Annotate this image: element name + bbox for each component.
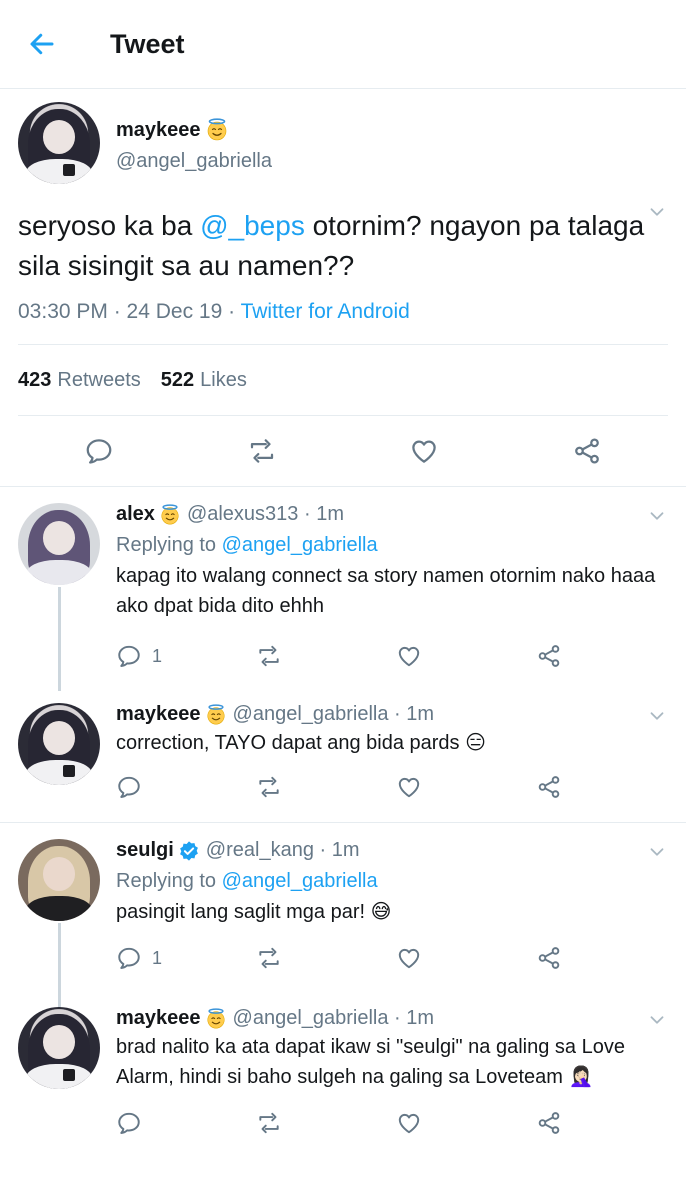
- reply-tweet[interactable]: maykeee @angel_gabriella · 1m correction…: [0, 679, 686, 810]
- like-icon[interactable]: [396, 774, 422, 800]
- tweet-meta: 03:30 PM · 24 Dec 19 · Twitter for Andro…: [18, 300, 668, 345]
- like-icon[interactable]: [396, 1110, 422, 1136]
- replying-to: Replying to @angel_gabriella: [116, 534, 378, 556]
- chevron-down-icon[interactable]: [646, 201, 668, 223]
- reply-icon[interactable]: [116, 774, 142, 800]
- replying-to: Replying to @angel_gabriella: [116, 870, 378, 892]
- tweet-stats: 423 Retweets 522 Likes: [18, 345, 668, 416]
- halo-emoji-icon: [205, 704, 227, 726]
- page-title: Tweet: [110, 28, 185, 59]
- retweet-icon[interactable]: [256, 1110, 282, 1136]
- retweet-count[interactable]: 423 Retweets: [18, 369, 141, 392]
- like-icon[interactable]: [396, 945, 422, 971]
- like-icon[interactable]: [396, 643, 422, 669]
- avatar[interactable]: [18, 503, 100, 585]
- chevron-down-icon[interactable]: [646, 1009, 668, 1031]
- author-handle[interactable]: @angel_gabriella: [116, 150, 272, 173]
- author-handle[interactable]: @angel_gabriella · 1m: [233, 703, 435, 726]
- author-name[interactable]: maykeee: [116, 703, 201, 726]
- like-count[interactable]: 522 Likes: [161, 369, 247, 392]
- reply-icon[interactable]: [116, 643, 142, 669]
- tweet-source-link[interactable]: Twitter for Android: [241, 300, 410, 323]
- author-name[interactable]: seulgi: [116, 839, 174, 862]
- reply-count: 1: [152, 645, 163, 666]
- reply-text: pasingit lang saglit mga par! 😅: [116, 901, 392, 923]
- author-name[interactable]: alex: [116, 503, 155, 526]
- reply-thread: seulgi @real_kang · 1m Replying to @ange…: [0, 823, 686, 1146]
- reply-text: kapag ito walang connect sa story namen …: [116, 565, 656, 617]
- reply-icon[interactable]: [116, 1110, 142, 1136]
- back-button[interactable]: [0, 0, 84, 88]
- chevron-down-icon[interactable]: [646, 841, 668, 863]
- reply-actions: 1: [116, 935, 676, 981]
- reply-actions: [116, 764, 676, 810]
- share-icon[interactable]: [536, 643, 562, 669]
- author-handle[interactable]: @alexus313 · 1m: [187, 503, 344, 526]
- mention-link[interactable]: @_beps: [200, 210, 305, 241]
- mention-link[interactable]: @angel_gabriella: [222, 870, 378, 892]
- author-name[interactable]: maykeee: [116, 119, 201, 142]
- reply-actions: [116, 1100, 676, 1146]
- author-name[interactable]: maykeee: [116, 1007, 201, 1030]
- tweet-actions: [18, 416, 668, 486]
- share-icon[interactable]: [536, 945, 562, 971]
- reply-thread: alex @alexus313 · 1m Replying to @angel_…: [0, 487, 686, 810]
- avatar[interactable]: [18, 102, 100, 184]
- halo-emoji-icon: [159, 504, 181, 526]
- back-arrow-icon: [30, 33, 54, 55]
- reply-tweet[interactable]: alex @alexus313 · 1m Replying to @angel_…: [0, 487, 686, 679]
- retweet-icon[interactable]: [256, 774, 282, 800]
- halo-emoji-icon: [205, 1008, 227, 1030]
- share-icon[interactable]: [572, 436, 602, 466]
- avatar[interactable]: [18, 839, 100, 921]
- reply-actions: 1: [116, 633, 676, 679]
- avatar[interactable]: [18, 1007, 100, 1089]
- mention-link[interactable]: @angel_gabriella: [222, 534, 378, 556]
- retweet-icon[interactable]: [247, 436, 277, 466]
- tweet-text: seryoso ka ba @_beps otornim? ngayon pa …: [18, 210, 645, 281]
- chevron-down-icon[interactable]: [646, 505, 668, 527]
- reply-icon[interactable]: [116, 945, 142, 971]
- author-handle[interactable]: @real_kang · 1m: [206, 839, 360, 862]
- share-icon[interactable]: [536, 1110, 562, 1136]
- retweet-icon[interactable]: [256, 945, 282, 971]
- tweet-timestamp: 03:30 PM · 24 Dec 19 ·: [18, 300, 241, 323]
- halo-emoji-icon: [205, 118, 229, 142]
- reply-icon[interactable]: [84, 436, 114, 466]
- reply-text: brad nalito ka ata dapat ikaw si "seulgi…: [116, 1036, 625, 1088]
- author-handle[interactable]: @angel_gabriella · 1m: [233, 1007, 435, 1030]
- top-bar: Tweet: [0, 0, 686, 89]
- verified-badge-icon: [179, 840, 198, 861]
- reply-tweet[interactable]: seulgi @real_kang · 1m Replying to @ange…: [0, 823, 686, 981]
- main-tweet: maykeee @angel_gabriella seryoso ka ba @…: [0, 89, 686, 486]
- share-icon[interactable]: [536, 774, 562, 800]
- chevron-down-icon[interactable]: [646, 705, 668, 727]
- reply-tweet[interactable]: maykeee @angel_gabriella · 1m brad nalit…: [0, 981, 686, 1146]
- reply-count: 1: [152, 947, 163, 968]
- like-icon[interactable]: [409, 436, 439, 466]
- avatar[interactable]: [18, 703, 100, 785]
- retweet-icon[interactable]: [256, 643, 282, 669]
- reply-text: correction, TAYO dapat ang bida pards 😑: [116, 732, 486, 754]
